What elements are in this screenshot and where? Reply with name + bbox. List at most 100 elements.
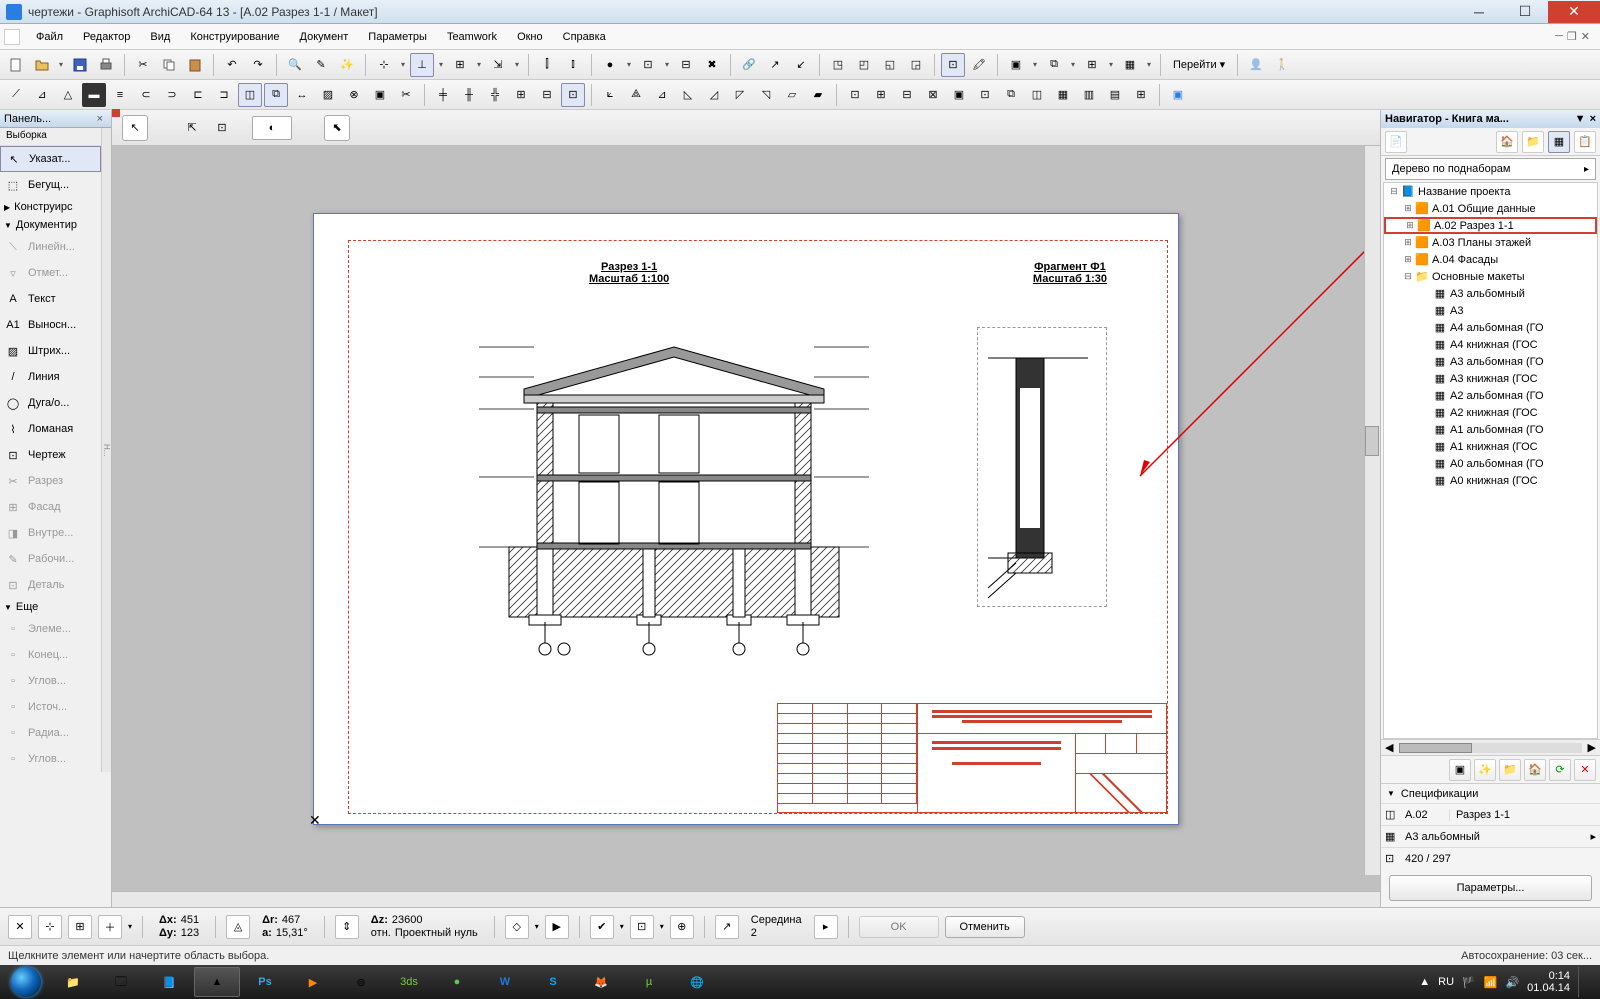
t2-b11[interactable]: ▤ [1103, 83, 1127, 107]
mdi-restore[interactable]: ❐ [1567, 30, 1577, 43]
doc-tool-3[interactable]: A1Выносн... [0, 312, 101, 338]
close-button[interactable]: ✕ [1548, 1, 1600, 23]
cb-pattern-icon[interactable]: ⊡ [630, 915, 654, 939]
tree-hscroll[interactable]: ◀▶ [1381, 739, 1600, 755]
cb-align-icon[interactable]: ⊕ [670, 915, 694, 939]
ib-1[interactable]: ⇱ [180, 116, 204, 140]
t2-17[interactable]: ╪ [431, 83, 455, 107]
doc-tool-2[interactable]: AТекст [0, 286, 101, 312]
doc-tool-8[interactable]: ⊡Чертеж [0, 442, 101, 468]
spec-section[interactable]: Спецификации [1381, 783, 1600, 803]
cb-endpoint-icon[interactable]: ▶ [545, 915, 569, 939]
tree-master-2[interactable]: ▦A4 альбомная (ГО [1384, 319, 1597, 336]
app-task-3[interactable]: ⊚ [338, 967, 384, 997]
snap2-icon[interactable]: ⊥ [410, 53, 434, 77]
vscrollbar[interactable] [1364, 146, 1380, 875]
tree-master-0[interactable]: ▦A3 альбомный [1384, 285, 1597, 302]
save-icon[interactable] [68, 53, 92, 77]
tree-root[interactable]: ⊟📘Название проекта [1384, 183, 1597, 200]
toolbox-close-icon[interactable]: × [97, 113, 103, 125]
tray-lang[interactable]: RU [1438, 976, 1454, 988]
ib-3[interactable]: ◐ [252, 116, 292, 140]
t2-8[interactable]: ⊏ [186, 83, 210, 107]
chrome-task[interactable]: 🌐 [674, 967, 720, 997]
tree-layout-1[interactable]: ⊞🟧A.02 Разрез 1-1 [1384, 217, 1597, 234]
t2-a7[interactable]: ◹ [754, 83, 778, 107]
params-button[interactable]: Параметры... [1389, 875, 1592, 901]
section-more[interactable]: Еще [0, 598, 101, 616]
start-button[interactable] [4, 967, 48, 997]
section-construct[interactable]: Конструирс [0, 198, 101, 216]
menu-editor[interactable]: Редактор [73, 27, 140, 47]
t2-a9[interactable]: ▰ [806, 83, 830, 107]
marquee-tool[interactable]: ⬚Бегущ... [0, 172, 101, 198]
ps-task[interactable]: Ps [242, 967, 288, 997]
unlink-icon[interactable]: ↗ [763, 53, 787, 77]
toolbox-header[interactable]: Панель...× [0, 110, 111, 128]
pointer-mode-icon[interactable]: ↖ [122, 115, 148, 141]
cb-cancel-icon[interactable]: ✕ [8, 915, 32, 939]
tree-master-8[interactable]: ▦A1 альбомная (ГО [1384, 421, 1597, 438]
nav-act2[interactable]: ✨ [1474, 759, 1496, 781]
archicad-task[interactable]: ▲ [194, 967, 240, 997]
system-tray[interactable]: ▲ RU 🏴 📶 🔊 0:1401.04.14 [1411, 967, 1596, 997]
marker-icon[interactable]: 🖍 [967, 53, 991, 77]
t2-b10[interactable]: ▥ [1077, 83, 1101, 107]
person2-icon[interactable]: 🚶 [1270, 53, 1294, 77]
doc-tool-7[interactable]: ⌇Ломаная [0, 416, 101, 442]
tree-master-3[interactable]: ▦A4 книжная (ГОС [1384, 336, 1597, 353]
tree-master-9[interactable]: ▦A1 книжная (ГОС [1384, 438, 1597, 455]
mdi-minimize[interactable]: ─ [1555, 30, 1563, 43]
t2-a8[interactable]: ▱ [780, 83, 804, 107]
t2-14[interactable]: ⊗ [342, 83, 366, 107]
spec-code[interactable]: A.02 [1405, 809, 1445, 821]
menu-params[interactable]: Параметры [358, 27, 437, 47]
tree-master-6[interactable]: ▦A2 альбомная (ГО [1384, 387, 1597, 404]
tree-layout-3[interactable]: ⊞🟧A.04 Фасады [1384, 251, 1597, 268]
t2-20[interactable]: ⊞ [509, 83, 533, 107]
minimize-button[interactable]: ─ [1456, 1, 1502, 23]
more-tool-1[interactable]: ▫Конец... [0, 642, 101, 668]
cb-side-icon[interactable]: ↗ [715, 915, 739, 939]
tree-masters[interactable]: ⊟📁Основные макеты [1384, 268, 1597, 285]
nav-act4[interactable]: 🏠 [1524, 759, 1546, 781]
t2-b2[interactable]: ⊞ [869, 83, 893, 107]
pencil-icon[interactable]: ✎ [309, 53, 333, 77]
win2-icon[interactable]: ⧉ [1042, 53, 1066, 77]
more-tool-4[interactable]: ▫Радиа... [0, 720, 101, 746]
tree-master-5[interactable]: ▦A3 книжная (ГОС [1384, 370, 1597, 387]
sel3-icon[interactable]: ◱ [878, 53, 902, 77]
t2-c1[interactable]: ▣ [1166, 83, 1190, 107]
resize-handle[interactable]: ✕ [309, 812, 321, 829]
doc-tool-10[interactable]: ⊞Фасад [0, 494, 101, 520]
t2-a3[interactable]: ⊿ [650, 83, 674, 107]
menu-help[interactable]: Справка [553, 27, 616, 47]
nav-act1[interactable]: ▣ [1449, 759, 1471, 781]
t2-a5[interactable]: ◿ [702, 83, 726, 107]
t2-b9[interactable]: ▦ [1051, 83, 1075, 107]
menu-teamwork[interactable]: Teamwork [437, 27, 507, 47]
doc-tool-6[interactable]: ◯Дуга/о... [0, 390, 101, 416]
menu-construct[interactable]: Конструирование [180, 27, 289, 47]
tree-master-4[interactable]: ▦A3 альбомная (ГО [1384, 353, 1597, 370]
firefox-task[interactable]: 🦊 [578, 967, 624, 997]
cancel-button[interactable]: Отменить [945, 916, 1025, 938]
menu-document[interactable]: Документ [290, 27, 359, 47]
doc-tool-1[interactable]: ▿Отмет... [0, 260, 101, 286]
t2-b7[interactable]: ⧉ [999, 83, 1023, 107]
nav-home-icon[interactable]: 🏠 [1496, 131, 1518, 153]
menu-file[interactable]: Файл [26, 27, 73, 47]
cb-plus-icon[interactable]: ＋ [98, 915, 122, 939]
tree-master-11[interactable]: ▦A0 книжная (ГОС [1384, 472, 1597, 489]
tray-sound-icon[interactable]: 🔊 [1505, 976, 1519, 989]
cb-z-icon[interactable]: ⇕ [335, 915, 359, 939]
doc-tool-13[interactable]: ⊡Деталь [0, 572, 101, 598]
nav-publish-icon[interactable]: 📋 [1574, 131, 1596, 153]
spec-name[interactable]: Разрез 1-1 [1449, 809, 1596, 821]
layout-canvas[interactable]: Разрез 1-1Масштаб 1:100 Фрагмент Ф1Масшт… [112, 146, 1380, 891]
more-tool-2[interactable]: ▫Углов... [0, 668, 101, 694]
media-task[interactable]: ▶ [290, 967, 336, 997]
t2-19[interactable]: ╬ [483, 83, 507, 107]
snap1-icon[interactable]: ⊹ [372, 53, 396, 77]
t2-b5[interactable]: ▣ [947, 83, 971, 107]
